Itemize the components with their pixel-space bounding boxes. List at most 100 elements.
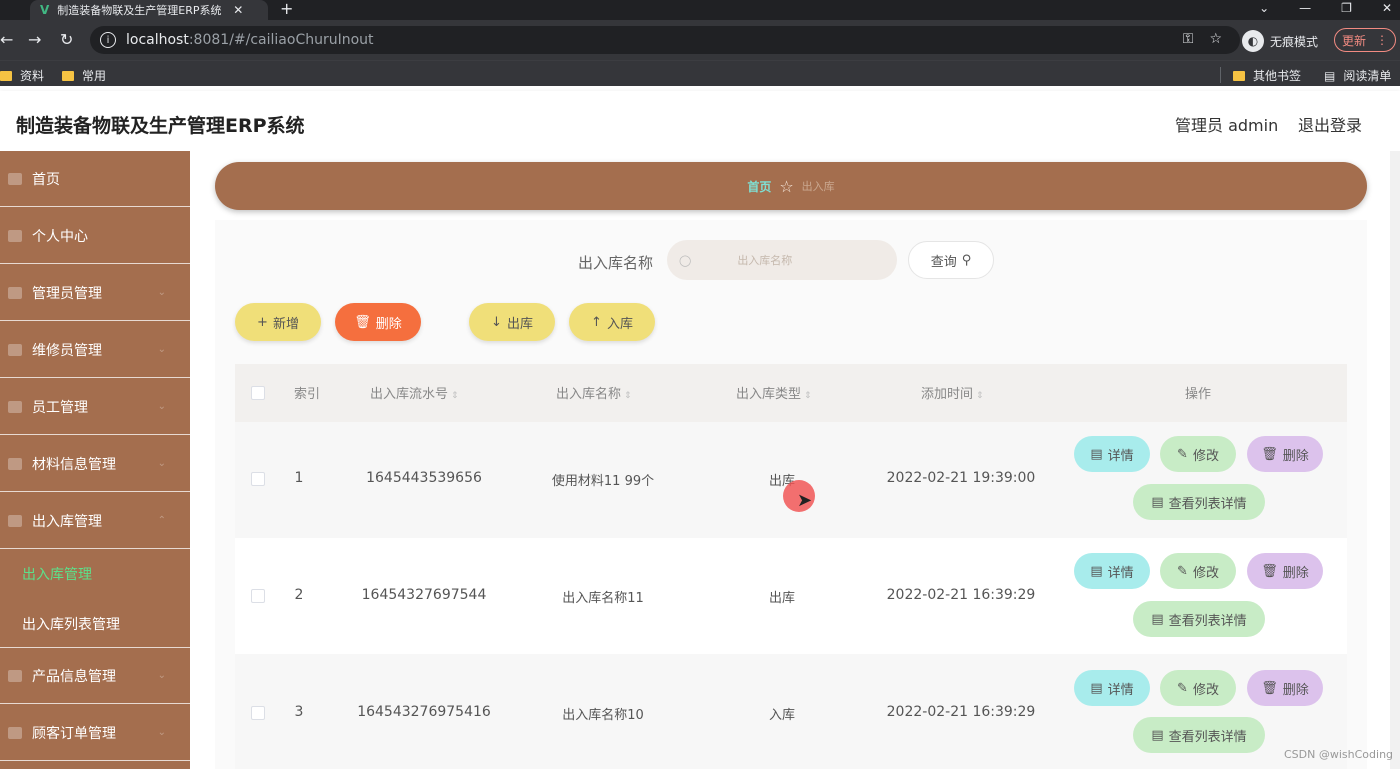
sidebar-item-admins[interactable]: 管理员管理 ⌄ <box>0 265 190 321</box>
search-label: 出入库名称 <box>578 254 654 272</box>
key-icon[interactable]: ⚿ <box>1183 31 1194 47</box>
col-index: 索引 <box>294 387 321 402</box>
sidebar-item-inout[interactable]: 出入库管理 ⌃ <box>0 493 190 549</box>
minimize-icon[interactable]: — <box>1299 0 1311 16</box>
cell-type: 入库 <box>768 708 796 723</box>
out-label: 出库 <box>506 316 533 332</box>
breadcrumb-home[interactable]: 首页 <box>747 178 771 195</box>
select-all-checkbox[interactable] <box>251 386 265 400</box>
close-icon[interactable]: ✕ <box>233 3 243 17</box>
delete-button[interactable]: 🗑 删除 <box>335 303 421 341</box>
sidebar-item-label: 个人中心 <box>32 228 88 245</box>
trash-icon: 🗑 <box>354 314 371 330</box>
chevron-down-icon: ⌄ <box>157 670 166 681</box>
col-name[interactable]: 出入库名称 ⇕ <box>556 383 632 402</box>
info-icon[interactable]: i <box>100 32 116 48</box>
sidebar-item-label: 顾客订单管理 <box>32 725 116 742</box>
sidebar-item-repairers[interactable]: 维修员管理 ⌄ <box>0 322 190 378</box>
warehouse-icon <box>8 514 22 527</box>
document-icon: ▤ <box>1151 494 1164 510</box>
search-icon: ◯ <box>679 253 692 267</box>
in-label: 入库 <box>606 316 633 332</box>
chevron-down-icon: ⌄ <box>157 344 166 355</box>
sidebar-item-staff[interactable]: 员工管理 ⌄ <box>0 379 190 435</box>
col-name-label: 出入库名称 <box>556 387 622 402</box>
in-button[interactable]: ↑ 入库 <box>569 303 655 341</box>
product-icon <box>8 669 22 682</box>
bookmark-folder[interactable]: 资料 <box>0 67 44 84</box>
col-type-label: 出入库类型 <box>736 387 802 402</box>
address-bar[interactable]: i localhost:8081/#/cailiaoChuruInout ⚿ ☆ <box>90 26 1240 54</box>
scrollbar[interactable] <box>1390 151 1400 769</box>
row-delete-label: 删除 <box>1282 565 1309 581</box>
detail-button[interactable]: ▤ 详情 <box>1074 436 1150 472</box>
col-serial[interactable]: 出入库流水号 ⇕ <box>370 383 459 402</box>
update-label: 更新 <box>1341 33 1366 48</box>
row-delete-label: 删除 <box>1282 682 1309 698</box>
window-controls: ⌄ — ❐ ✕ <box>1259 0 1392 16</box>
edit-button[interactable]: ✎ 修改 <box>1160 553 1236 589</box>
cell-serial: 1645443539656 <box>366 470 482 486</box>
row-checkbox[interactable] <box>251 589 265 603</box>
order-icon <box>8 726 22 739</box>
sidebar-item-label: 维修员管理 <box>32 342 102 359</box>
search-field[interactable]: ◯ <box>667 240 897 280</box>
search-input[interactable] <box>737 253 888 267</box>
logout-link[interactable]: 退出登录 <box>1298 112 1362 136</box>
detail-button[interactable]: ▤ 详情 <box>1074 553 1150 589</box>
star-icon[interactable]: ☆ <box>1209 31 1222 47</box>
sort-icon[interactable]: ⇕ <box>976 391 984 401</box>
sort-icon[interactable]: ⇕ <box>624 391 632 401</box>
col-type[interactable]: 出入库类型 ⇕ <box>736 383 812 402</box>
row-delete-button[interactable]: 🗑 删除 <box>1247 553 1323 589</box>
reading-list[interactable]: ▤ 阅读清单 <box>1324 67 1391 84</box>
pencil-icon: ✎ <box>1177 680 1188 696</box>
close-window-icon[interactable]: ✕ <box>1382 0 1392 16</box>
chevron-down-icon: ⌄ <box>157 287 166 298</box>
query-button[interactable]: 查询 ⚲ <box>908 241 994 279</box>
sort-icon[interactable]: ⇕ <box>451 391 459 401</box>
add-button[interactable]: + 新增 <box>235 303 321 341</box>
list-detail-button[interactable]: ▤ 查看列表详情 <box>1133 601 1265 637</box>
col-time[interactable]: 添加时间 ⇕ <box>921 383 984 402</box>
incognito-icon: ◐ <box>1242 30 1264 52</box>
sidebar-item-orders[interactable]: 顾客订单管理 ⌄ <box>0 705 190 761</box>
back-icon[interactable]: ← <box>0 30 13 49</box>
sidebar-subitem-inout-list[interactable]: 出入库列表管理 <box>22 614 120 634</box>
plus-icon: + <box>257 314 268 330</box>
sidebar-subitem-inout[interactable]: 出入库管理 <box>22 564 92 584</box>
list-detail-label: 查看列表详情 <box>1168 729 1247 745</box>
row-checkbox[interactable] <box>251 706 265 720</box>
edit-button[interactable]: ✎ 修改 <box>1160 436 1236 472</box>
divider <box>1220 67 1221 83</box>
new-tab-icon[interactable]: + <box>280 0 293 18</box>
list-detail-button[interactable]: ▤ 查看列表详情 <box>1133 484 1265 520</box>
update-button[interactable]: 更新 ⋮ <box>1334 28 1396 52</box>
other-bookmarks[interactable]: 其他书签 <box>1233 67 1301 84</box>
chevron-down-icon[interactable]: ⌄ <box>1259 0 1269 16</box>
forward-icon[interactable]: → <box>28 30 41 49</box>
out-button[interactable]: ↓ 出库 <box>469 303 555 341</box>
row-delete-button[interactable]: 🗑 删除 <box>1247 436 1323 472</box>
incognito-indicator[interactable]: ◐ 无痕模式 <box>1242 30 1318 52</box>
row-delete-button[interactable]: 🗑 删除 <box>1247 670 1323 706</box>
restore-icon[interactable]: ❐ <box>1341 0 1352 16</box>
url-text: localhost:8081/#/cailiaoChuruInout <box>126 32 374 48</box>
edit-button[interactable]: ✎ 修改 <box>1160 670 1236 706</box>
sidebar-item-materials[interactable]: 材料信息管理 ⌄ <box>0 436 190 492</box>
browser-tab[interactable]: V 制造装备物联及生产管理ERP系统 ✕ <box>30 0 268 20</box>
vue-favicon-icon: V <box>40 3 50 17</box>
sidebar-item-home[interactable]: 首页 <box>0 151 190 207</box>
sidebar-item-label: 员工管理 <box>32 399 88 416</box>
trash-icon: 🗑 <box>1261 680 1278 696</box>
sort-icon[interactable]: ⇕ <box>804 391 812 401</box>
tab-title: 制造装备物联及生产管理ERP系统 <box>57 4 222 17</box>
row-checkbox[interactable] <box>251 472 265 486</box>
list-detail-button[interactable]: ▤ 查看列表详情 <box>1133 717 1265 753</box>
detail-button[interactable]: ▤ 详情 <box>1074 670 1150 706</box>
cell-name: 出入库名称11 <box>562 591 644 606</box>
sidebar-item-profile[interactable]: 个人中心 <box>0 208 190 264</box>
bookmark-folder[interactable]: 常用 <box>62 67 106 84</box>
sidebar-item-products[interactable]: 产品信息管理 ⌄ <box>0 648 190 704</box>
reload-icon[interactable]: ↻ <box>60 30 73 49</box>
